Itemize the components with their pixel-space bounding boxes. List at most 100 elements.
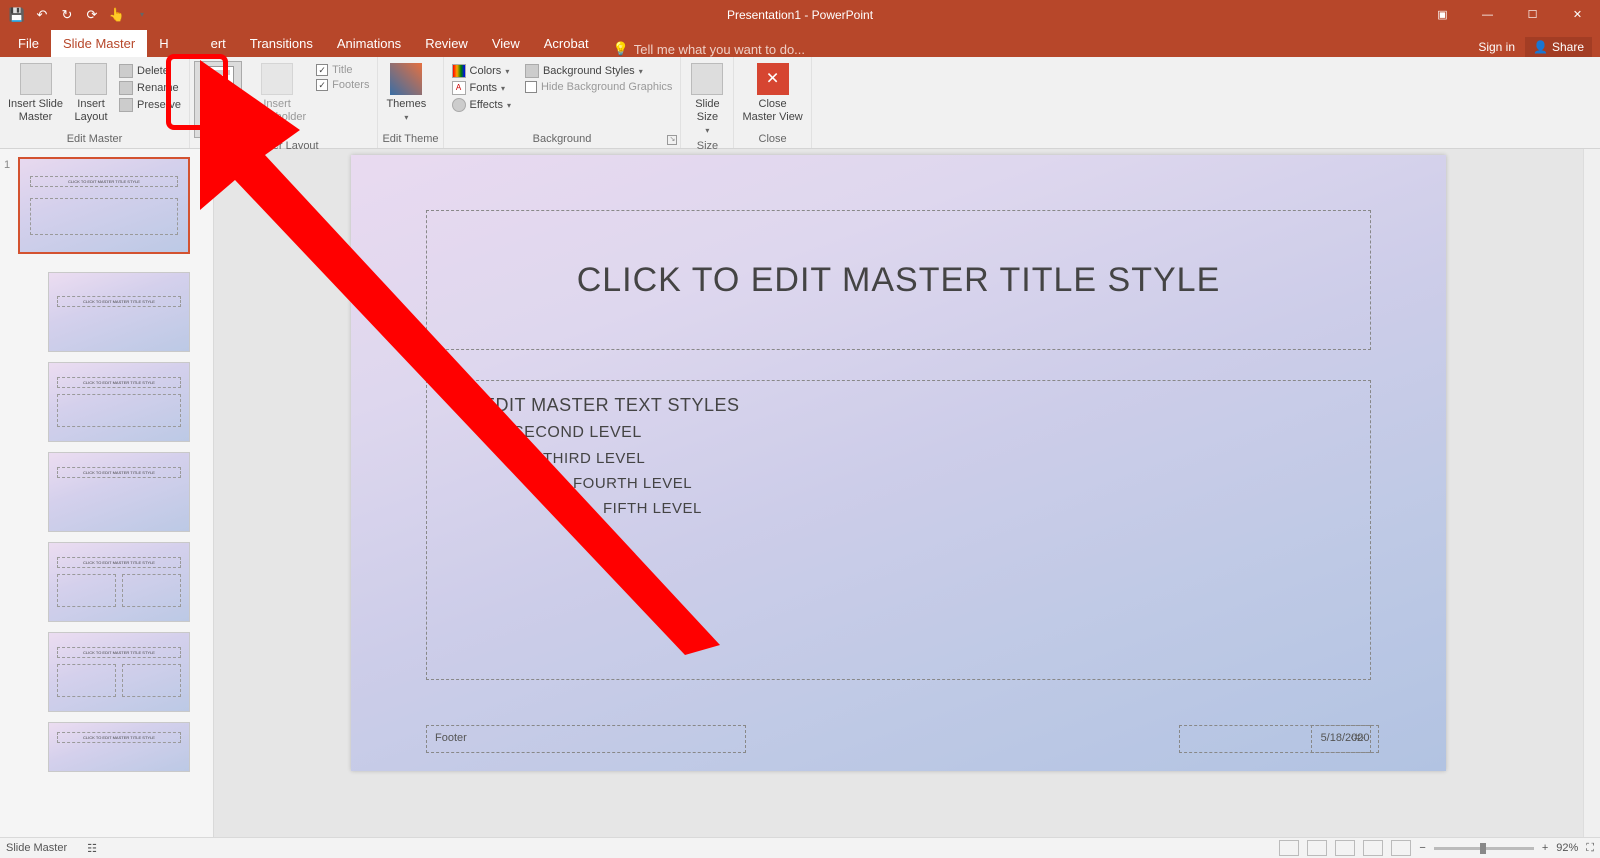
thumb-text: CLICK TO EDIT MASTER TITLE STYLE: [57, 647, 180, 658]
slide-sorter-view-button[interactable]: [1335, 840, 1355, 856]
tab-slide-master[interactable]: Slide Master: [51, 30, 147, 57]
ribbon: Insert Slide Master Insert Layout Delete…: [0, 57, 1600, 149]
bullet-level-4: FOURTH LEVEL FIFTH LEVEL: [573, 475, 1340, 517]
tab-home-obscured[interactable]: H: [147, 30, 170, 57]
themes-button[interactable]: Themes▾: [382, 61, 430, 131]
touch-mode-button[interactable]: 👆: [106, 4, 128, 26]
bg-styles-icon: [525, 64, 539, 78]
normal-view-button[interactable]: [1307, 840, 1327, 856]
delete-icon: [119, 64, 133, 78]
tab-insert-partial[interactable]: ert: [171, 30, 238, 57]
layout-thumbnail-4[interactable]: CLICK TO EDIT MASTER TITLE STYLE: [48, 542, 190, 622]
save-button[interactable]: 💾: [6, 4, 28, 26]
group-label-close: Close: [738, 131, 806, 148]
body-placeholder[interactable]: EDIT MASTER TEXT STYLES SECOND LEVEL THI…: [426, 380, 1371, 680]
slide-number-placeholder[interactable]: ‹#›: [1311, 725, 1371, 753]
thumb-body-placeholder: [30, 198, 178, 235]
slide-master-icon: [20, 63, 52, 95]
hide-background-checkbox[interactable]: Hide Background Graphics: [521, 80, 676, 94]
tab-view[interactable]: View: [480, 30, 532, 57]
footers-checkbox[interactable]: ✓Footers: [312, 78, 373, 92]
footer-placeholder[interactable]: Footer: [426, 725, 746, 753]
insert-slide-master-button[interactable]: Insert Slide Master: [4, 61, 67, 131]
zoom-in-button[interactable]: +: [1542, 842, 1548, 854]
tab-animations[interactable]: Animations: [325, 30, 413, 57]
effects-button[interactable]: Effects▾: [448, 97, 515, 113]
slide-canvas[interactable]: CLICK TO EDIT MASTER TITLE STYLE EDIT MA…: [351, 155, 1446, 771]
fit-to-window-button[interactable]: ⛶: [1586, 842, 1594, 855]
title-placeholder[interactable]: CLICK TO EDIT MASTER TITLE STYLE: [426, 210, 1371, 350]
fonts-icon: A: [452, 81, 466, 95]
layout-thumbnail-1[interactable]: CLICK TO EDIT MASTER TITLE STYLE: [48, 272, 190, 352]
bullet-level-1: EDIT MASTER TEXT STYLES SECOND LEVEL THI…: [483, 395, 1340, 517]
insert-placeholder-button[interactable]: Insert Placeholder▾: [244, 61, 310, 138]
maximize-button[interactable]: ☐: [1510, 0, 1555, 29]
bullet-level-5: FIFTH LEVEL: [603, 500, 1340, 517]
workspace: 1 CLICK TO EDIT MASTER TITLE STYLE CLICK…: [0, 149, 1600, 837]
tab-acrobat[interactable]: Acrobat: [532, 30, 601, 57]
sign-in-link[interactable]: Sign in: [1478, 40, 1515, 54]
start-from-beginning-button[interactable]: ⟳: [81, 4, 103, 26]
group-background: Colors▾ AFonts▾ Effects▾ Background Styl…: [444, 57, 682, 148]
thumb-col1: [57, 664, 116, 697]
bullet-level-3: THIRD LEVEL FOURTH LEVEL FIFTH LEVEL: [543, 450, 1340, 517]
master-thumbnail[interactable]: CLICK TO EDIT MASTER TITLE STYLE: [18, 157, 190, 254]
group-label-background: Background: [448, 131, 677, 148]
tab-review[interactable]: Review: [413, 30, 480, 57]
zoom-level[interactable]: 92%: [1556, 842, 1578, 854]
tab-transitions[interactable]: Transitions: [238, 30, 325, 57]
redo-button[interactable]: ↻: [56, 4, 78, 26]
master-layout-icon: [202, 66, 234, 92]
thumbnail-panel[interactable]: 1 CLICK TO EDIT MASTER TITLE STYLE CLICK…: [0, 149, 214, 837]
slideshow-view-button[interactable]: [1391, 840, 1411, 856]
qat-customize-button[interactable]: ▾: [131, 4, 153, 26]
insert-layout-button[interactable]: Insert Layout: [69, 61, 113, 131]
group-size: Slide Size▾ Size: [681, 57, 734, 148]
undo-button[interactable]: ↶: [31, 4, 53, 26]
slide-size-icon: [691, 63, 723, 95]
thumb-title-placeholder: CLICK TO EDIT MASTER TITLE STYLE: [30, 176, 178, 187]
window-title: Presentation1 - PowerPoint: [727, 8, 873, 22]
tab-file[interactable]: File: [6, 30, 51, 57]
background-styles-button[interactable]: Background Styles▾: [521, 63, 676, 79]
share-label: Share: [1552, 40, 1584, 54]
master-layout-button[interactable]: Master Layout: [194, 61, 242, 138]
colors-button[interactable]: Colors▾: [448, 63, 515, 79]
group-edit-theme: Themes▾ Edit Theme: [378, 57, 443, 148]
preserve-button[interactable]: Preserve: [115, 97, 185, 113]
minimize-button[interactable]: —: [1465, 0, 1510, 29]
title-text: CLICK TO EDIT MASTER TITLE STYLE: [577, 261, 1221, 300]
group-label-edit-theme: Edit Theme: [382, 131, 438, 148]
rename-button[interactable]: Rename: [115, 80, 185, 96]
reading-view-button[interactable]: [1363, 840, 1383, 856]
master-number: 1: [4, 159, 10, 171]
themes-icon: [390, 63, 422, 95]
layout-thumbnail-2[interactable]: CLICK TO EDIT MASTER TITLE STYLE: [48, 362, 190, 442]
layout-thumbnail-3[interactable]: CLICK TO EDIT MASTER TITLE STYLE: [48, 452, 190, 532]
status-view-label: Slide Master: [6, 842, 67, 854]
checkbox-icon: ✓: [316, 79, 328, 91]
slide-editor[interactable]: CLICK TO EDIT MASTER TITLE STYLE EDIT MA…: [214, 149, 1583, 837]
group-edit-master: Insert Slide Master Insert Layout Delete…: [0, 57, 190, 148]
layout-thumbnail-5[interactable]: CLICK TO EDIT MASTER TITLE STYLE: [48, 632, 190, 712]
close-master-view-button[interactable]: ✕Close Master View: [738, 61, 806, 131]
ribbon-display-options-button[interactable]: ▣: [1420, 0, 1465, 29]
close-window-button[interactable]: ✕: [1555, 0, 1600, 29]
thumb-text: CLICK TO EDIT MASTER TITLE STYLE: [57, 296, 180, 307]
layout-thumbnail-6[interactable]: CLICK TO EDIT MASTER TITLE STYLE: [48, 722, 190, 772]
share-button[interactable]: 👤 Share: [1525, 37, 1592, 57]
notes-button[interactable]: [1279, 840, 1299, 856]
zoom-slider[interactable]: [1434, 847, 1534, 850]
title-bar: 💾 ↶ ↻ ⟳ 👆 ▾ Presentation1 - PowerPoint ▣…: [0, 0, 1600, 29]
title-checkbox[interactable]: ✓Title: [312, 63, 373, 77]
vertical-scrollbar[interactable]: [1583, 149, 1600, 837]
background-dialog-launcher[interactable]: ↘: [667, 135, 677, 145]
fonts-button[interactable]: AFonts▾: [448, 80, 515, 96]
slide-size-button[interactable]: Slide Size▾: [685, 61, 729, 138]
zoom-out-button[interactable]: −: [1419, 842, 1425, 854]
delete-button[interactable]: Delete: [115, 63, 185, 79]
tell-me-search[interactable]: 💡 Tell me what you want to do...: [601, 41, 805, 57]
accessibility-icon[interactable]: ☷: [87, 842, 97, 855]
placeholder-icon: [261, 63, 293, 95]
thumb-col2: [122, 574, 181, 607]
